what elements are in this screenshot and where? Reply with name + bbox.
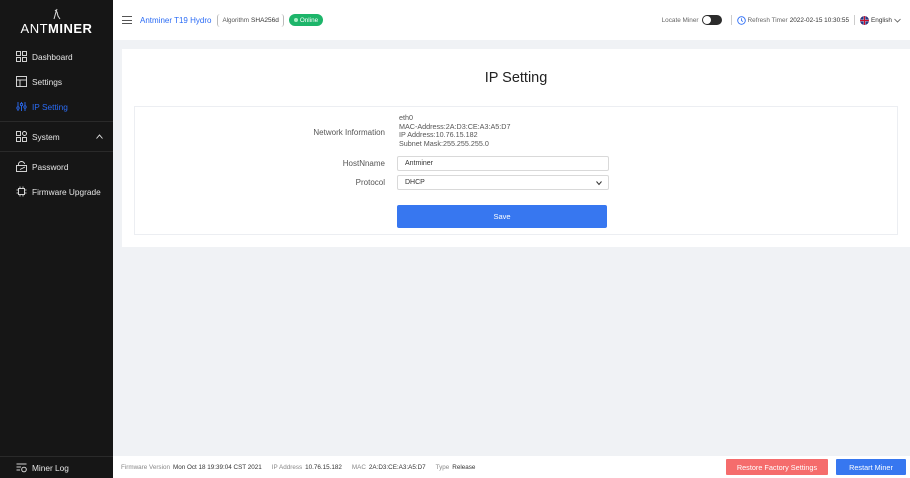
ant-logo-icon — [53, 8, 60, 20]
restart-miner-button[interactable]: Restart Miner — [836, 459, 906, 475]
ip-address-label: IP Address — [271, 463, 303, 471]
page-title: IP Setting — [484, 70, 548, 86]
header-right: Locate Miner Refresh Timer 2022-02-15 10… — [662, 15, 901, 25]
logo: ANTMINER — [0, 0, 113, 44]
status-badge: Online — [288, 14, 324, 26]
chevron-up-icon — [96, 134, 103, 139]
divider — [854, 15, 856, 25]
miner-log-button[interactable]: Miner Log — [0, 456, 113, 478]
type-label: Type — [435, 463, 450, 471]
sidebar-item-password[interactable]: Password — [0, 154, 113, 179]
status-dot-icon — [293, 18, 298, 22]
type-value: Release — [452, 463, 476, 471]
uk-flag-icon — [860, 15, 870, 25]
divider — [0, 151, 113, 152]
protocol-label: Protocol — [355, 178, 385, 187]
mac-value: 2A:D3:CE:A3:A5:D7 — [368, 463, 426, 471]
ip-setting-card: IP Setting Network Information eth0 MAC-… — [122, 49, 910, 247]
menu-icon[interactable] — [122, 16, 132, 24]
ip-setting-form: Network Information eth0 MAC-Address:2A:… — [134, 106, 898, 235]
miner-log-label: Miner Log — [32, 462, 69, 473]
ip-address-value: 10.76.15.182 — [305, 463, 342, 471]
protocol-select[interactable]: DHCP — [397, 175, 609, 190]
network-info-label: Network Information — [313, 128, 385, 137]
subnet-mask: Subnet Mask:255.255.255.0 — [399, 138, 489, 148]
divider — [730, 15, 732, 25]
sidebar-item-label: Password — [32, 161, 69, 172]
firmware-icon — [16, 186, 27, 197]
protocol-value: DHCP — [405, 179, 425, 186]
firmware-version-label: Firmware Version — [121, 463, 170, 471]
algorithm-value: SHA256d — [251, 16, 279, 24]
sidebar-item-label: Dashboard — [32, 51, 73, 62]
refresh-timer-value: 2022-02-15 10:30:55 — [789, 16, 850, 24]
locate-miner-toggle[interactable] — [701, 15, 722, 25]
algorithm-badge: Algorithm SHA256d — [217, 13, 284, 27]
dashboard-icon — [16, 51, 27, 62]
sidebar-item-label: IP Setting — [32, 101, 68, 112]
sidebar-item-dashboard[interactable]: Dashboard — [0, 44, 113, 69]
chevron-down-icon — [596, 181, 602, 186]
log-icon — [16, 462, 27, 473]
locate-miner-label: Locate Miner — [661, 16, 699, 24]
network-info-value: eth0 MAC-Address:2A:D3:CE:A3:A5:D7 IP Ad… — [399, 113, 510, 148]
miner-model: Antminer T19 Hydro — [140, 15, 212, 25]
chevron-down-icon — [894, 18, 901, 23]
system-icon — [16, 131, 27, 142]
clock-icon — [736, 15, 746, 25]
ip-setting-icon — [16, 101, 27, 112]
restore-factory-settings-button[interactable]: Restore Factory Settings — [726, 459, 828, 475]
settings-icon — [16, 76, 27, 87]
sidebar: ANTMINER Dashboard Settings IP Setting S… — [0, 0, 113, 478]
sidebar-item-firmware-upgrade[interactable]: Firmware Upgrade — [0, 179, 113, 204]
hostname-label: HostNname — [342, 159, 385, 168]
sidebar-item-settings[interactable]: Settings — [0, 69, 113, 94]
footer-bar: Firmware Version Mon Oct 18 19:39:04 CST… — [113, 456, 910, 478]
sidebar-item-label: Settings — [32, 76, 62, 87]
divider — [0, 121, 113, 122]
sidebar-item-ip-setting[interactable]: IP Setting — [0, 94, 113, 119]
status-text: Online — [299, 16, 319, 24]
top-header: Antminer T19 Hydro Algorithm SHA256d Onl… — [113, 0, 910, 40]
sidebar-item-label: Firmware Upgrade — [32, 186, 101, 197]
save-button[interactable]: Save — [397, 205, 607, 228]
language-select[interactable]: English — [871, 17, 892, 24]
mac-label: MAC — [351, 463, 366, 471]
algorithm-label: Algorithm — [222, 16, 250, 24]
logo-text: ANTMINER — [20, 21, 93, 36]
sidebar-item-system[interactable]: System — [0, 124, 113, 149]
password-icon — [16, 161, 27, 172]
refresh-timer-label: Refresh Timer — [747, 16, 788, 24]
hostname-input[interactable]: Antminer — [397, 156, 609, 171]
sidebar-item-label: System — [32, 131, 60, 142]
firmware-version-value: Mon Oct 18 19:39:04 CST 2021 — [173, 463, 262, 471]
